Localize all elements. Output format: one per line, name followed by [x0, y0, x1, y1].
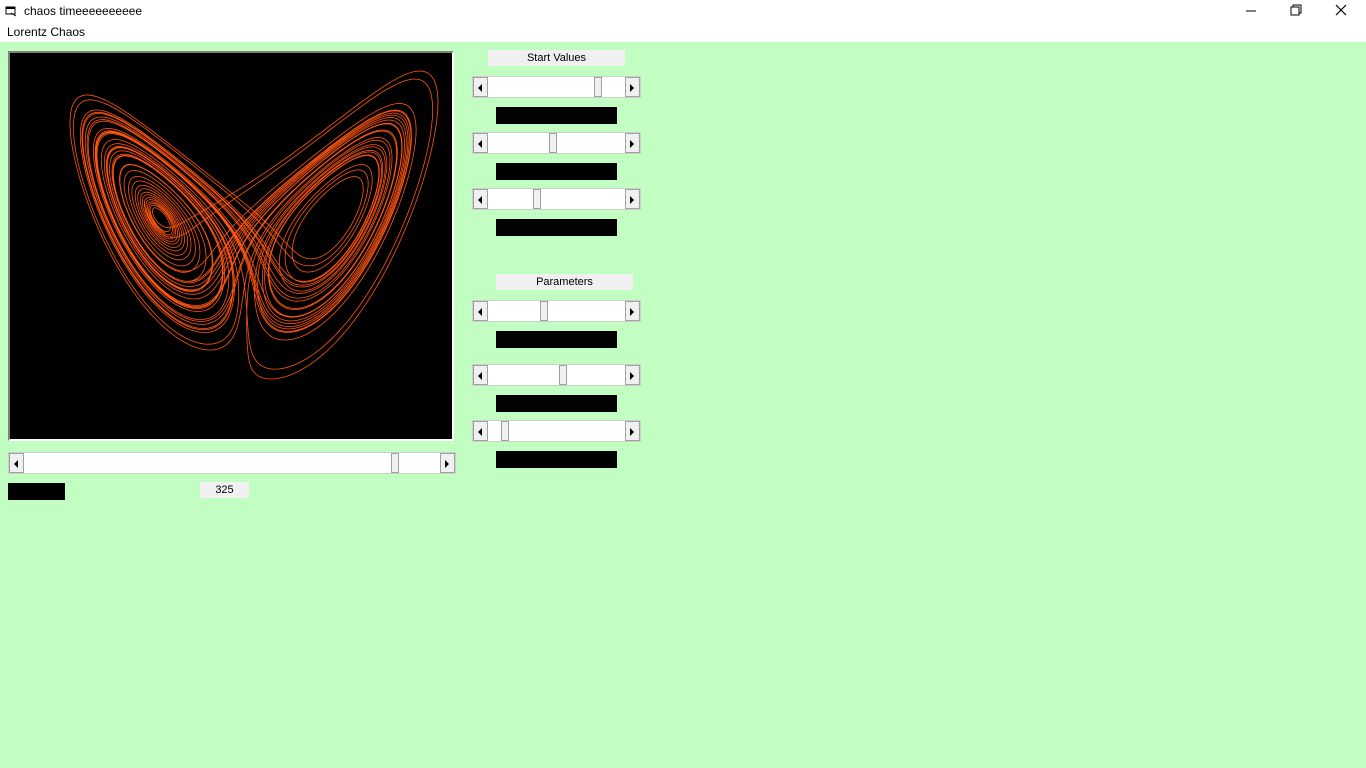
start-value-y-scrollbar[interactable]: [472, 132, 641, 154]
parameter-beta-scrollbar[interactable]: [472, 420, 641, 442]
arrow-left-icon: [478, 84, 482, 92]
scroll-left-button[interactable]: [473, 133, 488, 153]
scroll-left-button[interactable]: [473, 421, 488, 441]
parameters-label: Parameters: [496, 274, 633, 290]
scroll-left-button[interactable]: [473, 189, 488, 209]
window-title: chaos timeeeeeeeeee: [24, 4, 143, 18]
arrow-right-icon: [630, 140, 634, 148]
attractor-trace: [69, 70, 439, 380]
restore-button[interactable]: [1273, 0, 1319, 24]
scroll-track[interactable]: [488, 77, 625, 97]
parameter-sigma-label: [496, 331, 617, 348]
arrow-right-icon: [630, 372, 634, 380]
restore-icon: [1290, 4, 1302, 16]
scroll-track[interactable]: [488, 133, 625, 153]
step-value: 325: [200, 482, 249, 498]
close-button[interactable]: [1318, 0, 1364, 24]
scroll-track[interactable]: [488, 301, 625, 321]
minimize-icon: [1246, 10, 1256, 12]
scroll-right-button[interactable]: [440, 453, 455, 473]
status-box: [8, 483, 65, 500]
scroll-thumb[interactable]: [549, 133, 557, 153]
app-window-icon: [5, 6, 17, 17]
scroll-track[interactable]: [488, 421, 625, 441]
lorentz-attractor-plot: [69, 70, 439, 380]
menu-item-lorentz-chaos[interactable]: Lorentz Chaos: [7, 25, 85, 39]
scroll-thumb[interactable]: [594, 77, 602, 97]
scroll-right-button[interactable]: [625, 189, 640, 209]
arrow-right-icon: [630, 308, 634, 316]
start-value-x-label: [496, 107, 617, 124]
arrow-right-icon: [630, 196, 634, 204]
parameter-rho-scrollbar[interactable]: [472, 364, 641, 386]
start-value-z-label: [496, 219, 617, 236]
close-icon: [1335, 4, 1347, 16]
minimize-button[interactable]: [1228, 0, 1274, 24]
menu-bar: Lorentz Chaos: [0, 24, 1366, 42]
parameter-beta-label: [496, 451, 617, 468]
arrow-left-icon: [478, 196, 482, 204]
scroll-right-button[interactable]: [625, 365, 640, 385]
arrow-right-icon: [445, 460, 449, 468]
arrow-left-icon: [478, 308, 482, 316]
arrow-left-icon: [478, 428, 482, 436]
scroll-right-button[interactable]: [625, 77, 640, 97]
arrow-left-icon: [478, 372, 482, 380]
scroll-track[interactable]: [488, 365, 625, 385]
scroll-thumb[interactable]: [391, 453, 399, 473]
scroll-right-button[interactable]: [625, 421, 640, 441]
title-bar: chaos timeeeeeeeeee: [0, 0, 1366, 24]
start-value-z-scrollbar[interactable]: [472, 188, 641, 210]
start-value-y-label: [496, 163, 617, 180]
scroll-left-button[interactable]: [473, 301, 488, 321]
scroll-right-button[interactable]: [625, 301, 640, 321]
arrow-left-icon: [14, 460, 18, 468]
start-value-x-scrollbar[interactable]: [472, 76, 641, 98]
scroll-thumb[interactable]: [533, 189, 541, 209]
parameter-rho-label: [496, 395, 617, 412]
arrow-right-icon: [630, 84, 634, 92]
scroll-left-button[interactable]: [9, 453, 24, 473]
arrow-left-icon: [478, 140, 482, 148]
scroll-left-button[interactable]: [473, 365, 488, 385]
scroll-thumb[interactable]: [501, 421, 509, 441]
scroll-thumb[interactable]: [540, 301, 548, 321]
start-values-label: Start Values: [488, 50, 625, 66]
scroll-thumb[interactable]: [559, 365, 567, 385]
scroll-left-button[interactable]: [473, 77, 488, 97]
scroll-right-button[interactable]: [625, 133, 640, 153]
arrow-right-icon: [630, 428, 634, 436]
parameter-sigma-scrollbar[interactable]: [472, 300, 641, 322]
scroll-track[interactable]: [24, 453, 440, 473]
plot-canvas: [8, 51, 454, 441]
time-scrollbar[interactable]: [8, 452, 456, 474]
scroll-track[interactable]: [488, 189, 625, 209]
